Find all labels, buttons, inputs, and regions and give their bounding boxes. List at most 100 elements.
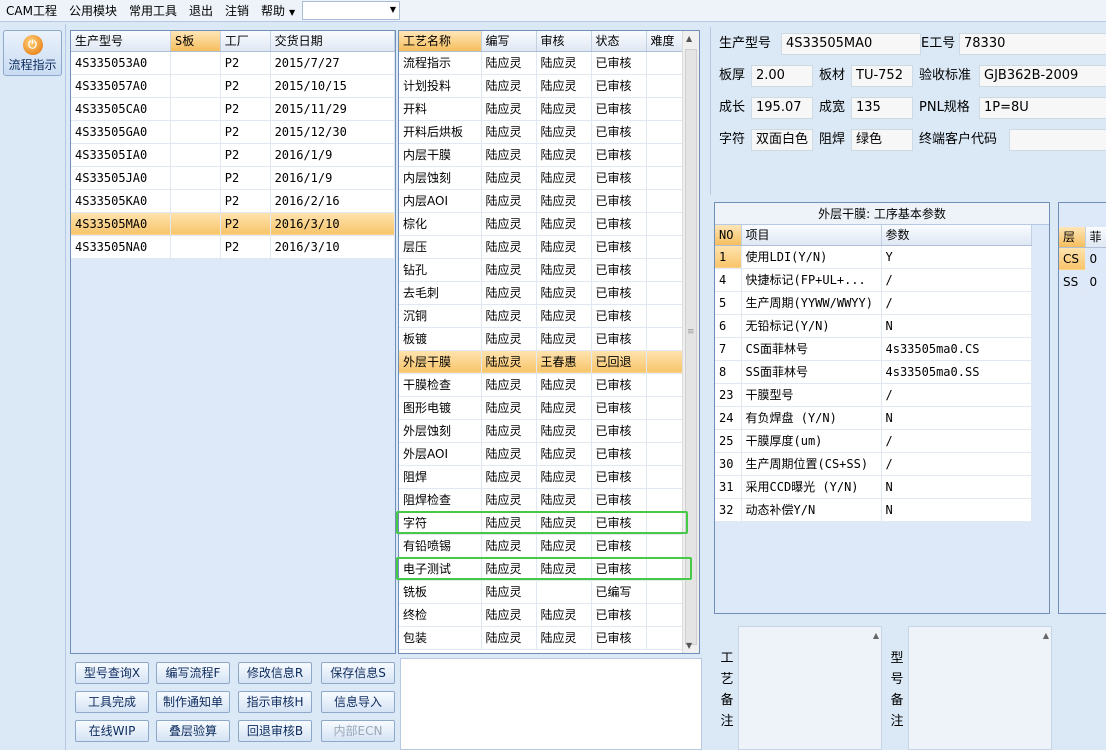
flow-indicator-button[interactable]: ⏻ 流程指示 bbox=[3, 30, 62, 76]
col-delivery-date[interactable]: 交货日期 bbox=[270, 31, 396, 52]
col-author[interactable]: 编写 bbox=[481, 31, 537, 52]
table-row[interactable]: 30 生产周期位置(CS+SS) / bbox=[715, 452, 1032, 476]
table-row[interactable]: 电子测试 陆应灵 陆应灵 已审核 bbox=[399, 557, 683, 581]
menu-common-module[interactable]: 公用模块 bbox=[63, 0, 123, 22]
rollback-review-button[interactable]: 回退审核B bbox=[238, 720, 312, 742]
width-field[interactable]: 135 bbox=[851, 97, 913, 119]
table-row[interactable]: 外层干膜 陆应灵 王春惠 已回退 bbox=[399, 350, 683, 374]
table-row[interactable]: 24 有负焊盘 (Y/N) N bbox=[715, 406, 1032, 430]
table-row[interactable]: 4S33505JA0 P2 2016/1/9 bbox=[71, 166, 396, 190]
scroll-up-icon[interactable]: ▲ bbox=[1043, 631, 1049, 640]
menu-cam-project[interactable]: CAM工程 bbox=[0, 0, 63, 22]
col-param[interactable]: 参数 bbox=[881, 225, 1032, 246]
table-row[interactable]: 流程指示 陆应灵 陆应灵 已审核 bbox=[399, 51, 683, 75]
model-query-button[interactable]: 型号查询X bbox=[75, 662, 149, 684]
scroll-up-icon[interactable]: ▲ bbox=[686, 34, 692, 43]
table-row[interactable]: 8 SS面菲林号 4s33505ma0.SS bbox=[715, 360, 1032, 384]
table-row[interactable]: 图形电镀 陆应灵 陆应灵 已审核 bbox=[399, 396, 683, 420]
table-row[interactable]: 4S33505CA0 P2 2015/11/29 bbox=[71, 97, 396, 121]
review-instruction-button[interactable]: 指示审核H bbox=[238, 691, 312, 713]
menu-tools[interactable]: 常用工具 bbox=[123, 0, 183, 22]
table-row[interactable]: 4S33505GA0 P2 2015/12/30 bbox=[71, 120, 396, 144]
menu-exit[interactable]: 退出 bbox=[183, 0, 219, 22]
col-item[interactable]: 项目 bbox=[741, 225, 882, 246]
char-field[interactable]: 双面白色 bbox=[751, 129, 813, 151]
table-row[interactable]: 有铅喷锡 陆应灵 陆应灵 已审核 bbox=[399, 534, 683, 558]
table-row[interactable]: 4 快捷标记(FP+UL+... / bbox=[715, 268, 1032, 292]
model-no-field[interactable]: 4S33505MA0 bbox=[781, 33, 921, 55]
menu-combo-box[interactable]: ▼ bbox=[302, 1, 400, 20]
material-field[interactable]: TU-752 bbox=[851, 65, 913, 87]
table-row[interactable]: 外层AOI 陆应灵 陆应灵 已审核 bbox=[399, 442, 683, 466]
table-row[interactable]: 6 无铅标记(Y/N) N bbox=[715, 314, 1032, 338]
mask-field[interactable]: 绿色 bbox=[851, 129, 913, 151]
menu-help[interactable]: 帮助 ▼ bbox=[255, 0, 301, 22]
scroll-up-icon[interactable]: ▲ bbox=[873, 631, 879, 640]
col-factory[interactable]: 工厂 bbox=[220, 31, 271, 52]
table-row[interactable]: 去毛刺 陆应灵 陆应灵 已审核 bbox=[399, 281, 683, 305]
table-row[interactable]: 板镀 陆应灵 陆应灵 已审核 bbox=[399, 327, 683, 351]
make-notice-button[interactable]: 制作通知单 bbox=[156, 691, 230, 713]
stack-check-button[interactable]: 叠层验算 bbox=[156, 720, 230, 742]
tool-complete-button[interactable]: 工具完成 bbox=[75, 691, 149, 713]
table-row[interactable]: 内层AOI 陆应灵 陆应灵 已审核 bbox=[399, 189, 683, 213]
thickness-field[interactable]: 2.00 bbox=[751, 65, 813, 87]
col-reviewer[interactable]: 审核 bbox=[536, 31, 592, 52]
table-row[interactable]: 4S33505MA0 P2 2016/3/10 bbox=[71, 212, 396, 236]
note-box[interactable] bbox=[400, 658, 702, 750]
scroll-thumb[interactable] bbox=[685, 49, 697, 645]
table-row[interactable]: 5 生产周期(YYWW/WWYY) / bbox=[715, 291, 1032, 315]
table-row[interactable]: 阻焊 陆应灵 陆应灵 已审核 bbox=[399, 465, 683, 489]
table-row[interactable]: 包装 陆应灵 陆应灵 已审核 bbox=[399, 626, 683, 650]
col-status[interactable]: 状态 bbox=[591, 31, 647, 52]
table-row[interactable]: SS 0 bbox=[1059, 270, 1106, 294]
customer-code-field[interactable] bbox=[1009, 129, 1106, 151]
online-wip-button[interactable]: 在线WIP bbox=[75, 720, 149, 742]
length-field[interactable]: 195.07 bbox=[751, 97, 813, 119]
table-row[interactable]: 计划投料 陆应灵 陆应灵 已审核 bbox=[399, 74, 683, 98]
table-row[interactable]: 4S335053A0 P2 2015/7/27 bbox=[71, 51, 396, 75]
process-remark-box[interactable]: ▲ bbox=[738, 626, 882, 750]
scroll-down-icon[interactable]: ▼ bbox=[686, 641, 692, 650]
table-row[interactable]: 4S33505KA0 P2 2016/2/16 bbox=[71, 189, 396, 213]
table-row[interactable]: 32 动态补偿Y/N N bbox=[715, 498, 1032, 522]
modify-info-button[interactable]: 修改信息R bbox=[238, 662, 312, 684]
table-row[interactable]: 沉铜 陆应灵 陆应灵 已审核 bbox=[399, 304, 683, 328]
table-row[interactable]: 外层蚀刻 陆应灵 陆应灵 已审核 bbox=[399, 419, 683, 443]
col-model-no[interactable]: 生产型号 bbox=[71, 31, 172, 52]
process-scrollbar[interactable]: ▲ ≡ ▼ bbox=[682, 31, 699, 653]
col-no[interactable]: NO bbox=[715, 225, 742, 246]
table-row[interactable]: 干膜检查 陆应灵 陆应灵 已审核 bbox=[399, 373, 683, 397]
table-row[interactable]: CS 0 bbox=[1059, 247, 1106, 271]
standard-field[interactable]: GJB362B-2009 bbox=[979, 65, 1106, 87]
save-info-button[interactable]: 保存信息S bbox=[321, 662, 395, 684]
table-row[interactable]: 开料后烘板 陆应灵 陆应灵 已审核 bbox=[399, 120, 683, 144]
menu-logout[interactable]: 注销 bbox=[219, 0, 255, 22]
table-row[interactable]: 开料 陆应灵 陆应灵 已审核 bbox=[399, 97, 683, 121]
col-s-board[interactable]: S板 bbox=[170, 31, 221, 52]
eno-field[interactable]: 78330 bbox=[959, 33, 1106, 55]
table-row[interactable]: 字符 陆应灵 陆应灵 已审核 bbox=[399, 511, 683, 535]
table-row[interactable]: 内层蚀刻 陆应灵 陆应灵 已审核 bbox=[399, 166, 683, 190]
table-row[interactable]: 25 干膜厚度(um) / bbox=[715, 429, 1032, 453]
table-row[interactable]: 7 CS面菲林号 4s33505ma0.CS bbox=[715, 337, 1032, 361]
table-row[interactable]: 铣板 陆应灵 已编写 bbox=[399, 580, 683, 604]
import-info-button[interactable]: 信息导入 bbox=[321, 691, 395, 713]
table-row[interactable]: 4S33505NA0 P2 2016/3/10 bbox=[71, 235, 396, 259]
col-process-name[interactable]: 工艺名称 bbox=[399, 31, 482, 52]
table-row[interactable]: 1 使用LDI(Y/N) Y bbox=[715, 245, 1032, 269]
col-film[interactable]: 菲 bbox=[1085, 227, 1106, 248]
table-row[interactable]: 棕化 陆应灵 陆应灵 已审核 bbox=[399, 212, 683, 236]
col-difficulty[interactable]: 难度 bbox=[646, 31, 683, 52]
col-layer[interactable]: 层 bbox=[1059, 227, 1086, 248]
table-row[interactable]: 31 采用CCD曝光 (Y/N) N bbox=[715, 475, 1032, 499]
table-row[interactable]: 阻焊检查 陆应灵 陆应灵 已审核 bbox=[399, 488, 683, 512]
table-row[interactable]: 23 干膜型号 / bbox=[715, 383, 1032, 407]
table-row[interactable]: 终检 陆应灵 陆应灵 已审核 bbox=[399, 603, 683, 627]
model-remark-box[interactable]: ▲ bbox=[908, 626, 1052, 750]
table-row[interactable]: 钻孔 陆应灵 陆应灵 已审核 bbox=[399, 258, 683, 282]
table-row[interactable]: 内层干膜 陆应灵 陆应灵 已审核 bbox=[399, 143, 683, 167]
write-flow-button[interactable]: 编写流程F bbox=[156, 662, 230, 684]
table-row[interactable]: 层压 陆应灵 陆应灵 已审核 bbox=[399, 235, 683, 259]
table-row[interactable]: 4S33505IA0 P2 2016/1/9 bbox=[71, 143, 396, 167]
